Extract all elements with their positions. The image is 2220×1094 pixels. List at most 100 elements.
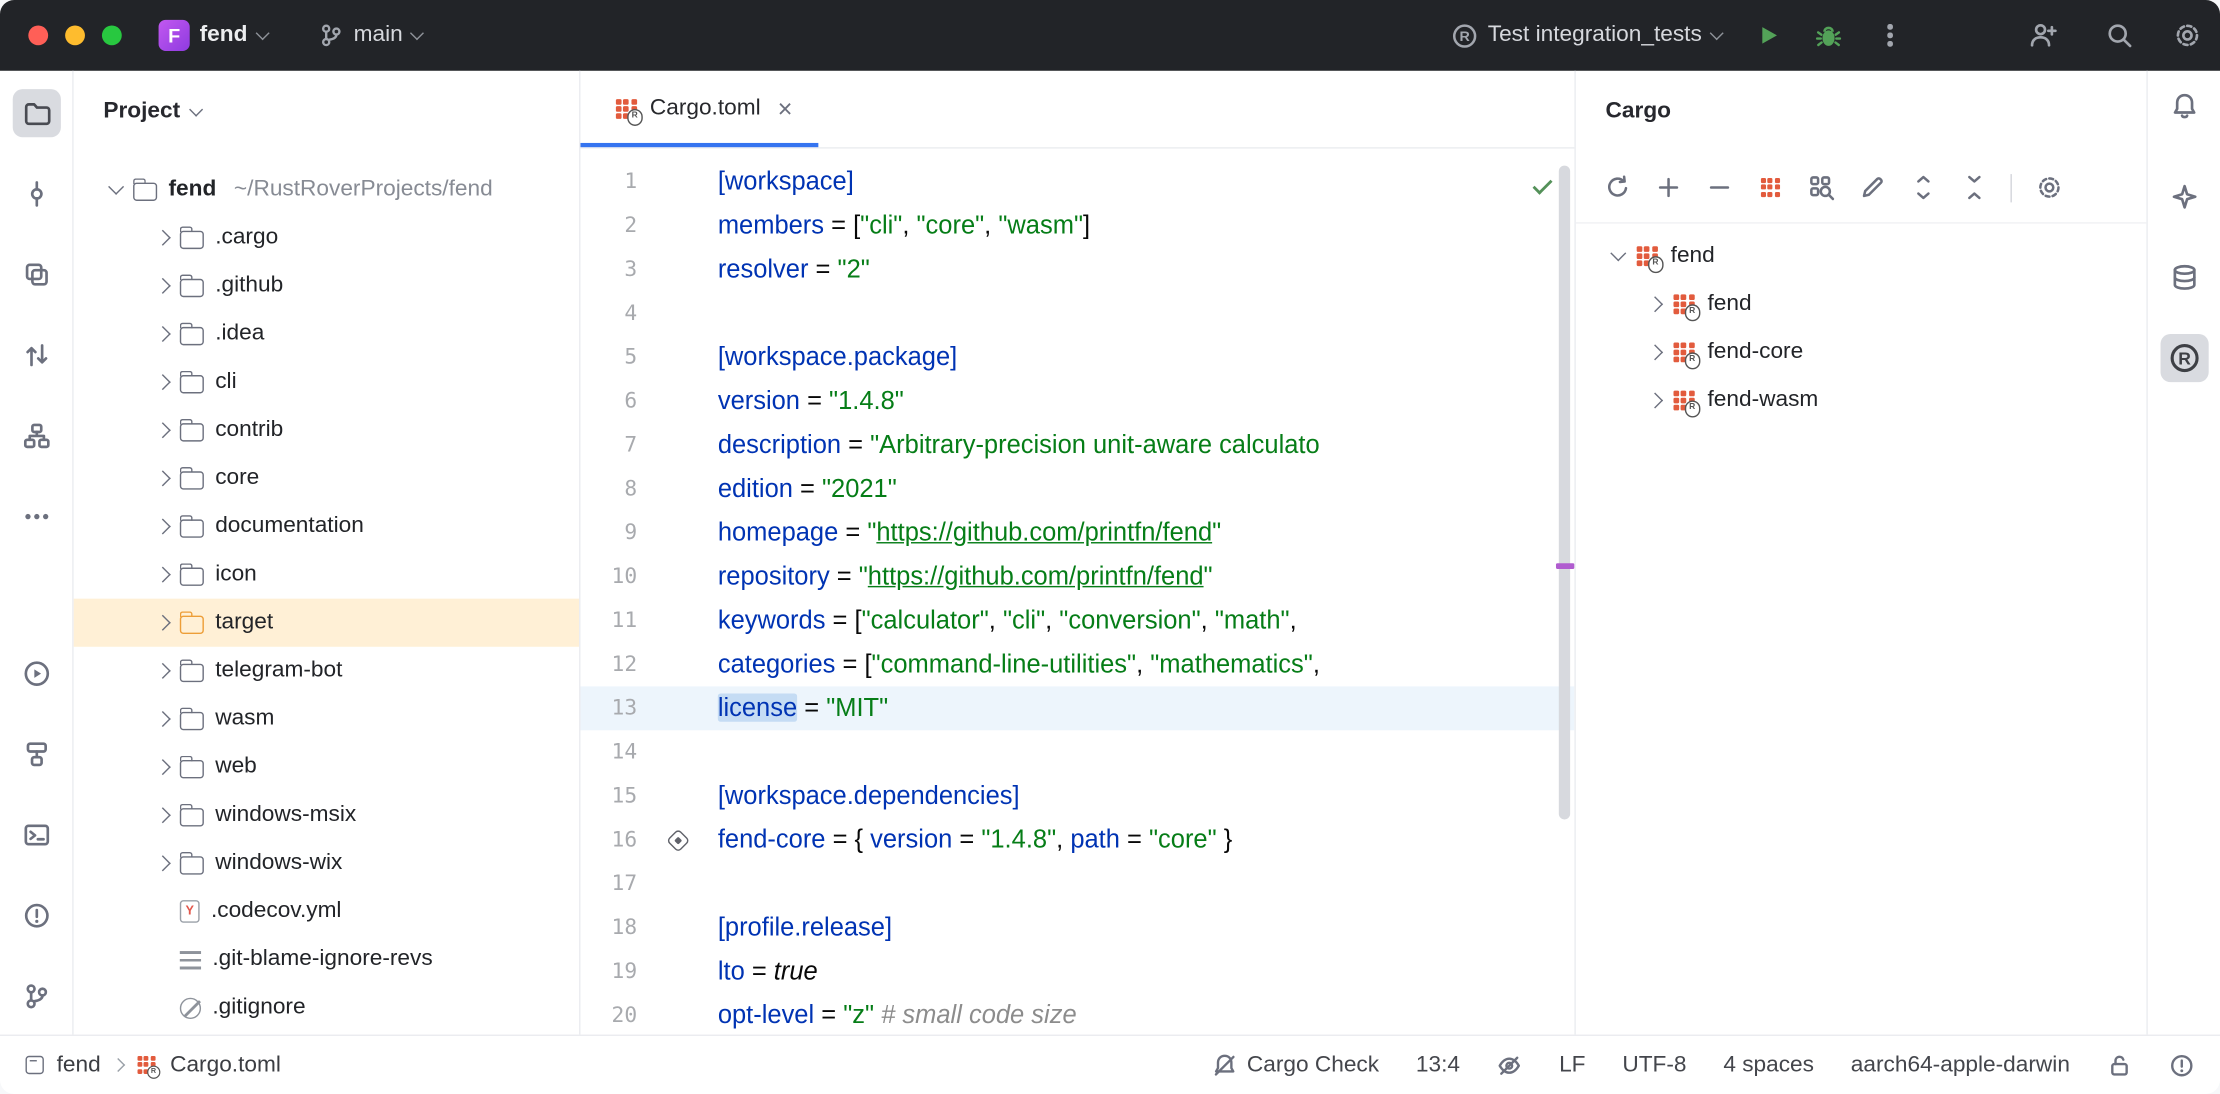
code-area[interactable]: 1[workspace]2members = ["cli", "core", "…	[580, 149, 1574, 1035]
chevron-right-icon[interactable]	[155, 326, 171, 342]
chevron-right-icon[interactable]	[155, 374, 171, 390]
tab-cargo-toml[interactable]: Cargo.toml ×	[580, 71, 818, 147]
code-line[interactable]: 16fend-core = { version = "1.4.8", path …	[580, 818, 1574, 862]
code-line[interactable]: 3resolver = "2"	[580, 248, 1574, 292]
chevron-down-icon[interactable]	[108, 179, 124, 195]
cargo-check-widget[interactable]: Cargo Check	[1211, 1052, 1379, 1077]
breadcrumb-file[interactable]: Cargo.toml	[170, 1052, 281, 1077]
chevron-right-icon[interactable]	[1647, 344, 1663, 360]
error-stripe-mark[interactable]	[1556, 563, 1574, 568]
code-line[interactable]: 18[profile.release]	[580, 906, 1574, 950]
cargo-tree-item[interactable]: fend-core	[1576, 328, 2147, 376]
code-line[interactable]: 12categories = ["command-line-utilities"…	[580, 643, 1574, 687]
cargo-tree-item[interactable]: fend	[1576, 280, 2147, 328]
tree-item[interactable]: documentation	[74, 502, 579, 550]
project-panel-header[interactable]: Project	[74, 71, 579, 153]
terminal-tool-button[interactable]	[12, 811, 60, 859]
chevron-down-icon[interactable]	[1610, 245, 1626, 261]
caret-position-widget[interactable]: 13:4	[1416, 1052, 1460, 1077]
project-tool-button[interactable]	[12, 89, 60, 137]
chevron-right-icon[interactable]	[155, 759, 171, 775]
chevron-right-icon[interactable]	[155, 855, 171, 871]
code-with-me-button[interactable]	[2019, 11, 2067, 59]
code-line[interactable]: 13license = "MIT"	[580, 686, 1574, 730]
chevron-right-icon[interactable]	[155, 422, 171, 438]
notifications-tool-button[interactable]	[2160, 82, 2208, 130]
tree-item[interactable]: core	[74, 454, 579, 502]
tree-item[interactable]: target	[74, 599, 579, 647]
tree-item[interactable]: windows-wix	[74, 839, 579, 887]
debug-button[interactable]	[1804, 11, 1852, 59]
code-line[interactable]: 8edition = "2021"	[580, 467, 1574, 511]
editor-copies-tool-button[interactable]	[12, 251, 60, 299]
version-control-tool-button[interactable]	[12, 972, 60, 1020]
collapse-all-button[interactable]	[1952, 166, 1994, 208]
tree-item[interactable]: .gitignore	[74, 984, 579, 1032]
cargo-command-button[interactable]	[1749, 166, 1791, 208]
project-widget[interactable]: F fend	[159, 20, 268, 51]
run-button[interactable]	[1744, 11, 1792, 59]
target-platform-widget[interactable]: aarch64-apple-darwin	[1851, 1052, 2070, 1077]
vcs-branch-widget[interactable]: main	[318, 23, 422, 48]
cargo-tree-item[interactable]: fend-wasm	[1576, 376, 2147, 424]
code-line[interactable]: 17	[580, 862, 1574, 906]
chevron-right-icon[interactable]	[1647, 393, 1663, 409]
tree-item[interactable]: icon	[74, 551, 579, 599]
cargo-root-row[interactable]: fend	[1576, 232, 2147, 280]
cargo-settings-button[interactable]	[2027, 166, 2069, 208]
tree-item[interactable]: .git-blame-ignore-revs	[74, 935, 579, 983]
readonly-toggle[interactable]	[2107, 1052, 2132, 1077]
code-link[interactable]: https://github.com/printfn/fend	[868, 562, 1204, 590]
code-line[interactable]: 20opt-level = "z" # small code size	[580, 994, 1574, 1035]
expand-all-button[interactable]	[1901, 166, 1943, 208]
chevron-right-icon[interactable]	[155, 663, 171, 679]
code-line[interactable]: 5[workspace.package]	[580, 335, 1574, 379]
settings-button[interactable]	[2172, 11, 2220, 59]
services-tool-button[interactable]	[12, 730, 60, 778]
cargo-search-button[interactable]	[1800, 166, 1842, 208]
project-root-row[interactable]: fend ~/RustRoverProjects/fend	[74, 166, 579, 214]
chevron-right-icon[interactable]	[155, 230, 171, 246]
refresh-cargo-projects-button[interactable]	[1596, 166, 1638, 208]
code-line[interactable]: 10repository = "https://github.com/print…	[580, 555, 1574, 599]
tree-item[interactable]: telegram-bot	[74, 647, 579, 695]
chevron-right-icon[interactable]	[1647, 296, 1663, 312]
tree-item[interactable]: contrib	[74, 406, 579, 454]
code-line[interactable]: 19lto = true	[580, 950, 1574, 994]
close-window-button[interactable]	[28, 25, 48, 45]
tree-item[interactable]: .github	[74, 262, 579, 310]
chevron-right-icon[interactable]	[155, 711, 171, 727]
chevron-right-icon[interactable]	[155, 807, 171, 823]
code-line[interactable]: 1[workspace]	[580, 160, 1574, 204]
problems-tool-button[interactable]	[12, 892, 60, 940]
chevron-right-icon[interactable]	[155, 278, 171, 294]
pull-requests-tool-button[interactable]	[12, 331, 60, 379]
code-link[interactable]: https://github.com/printfn/fend	[876, 518, 1212, 546]
event-log-widget[interactable]	[2169, 1052, 2194, 1077]
minimize-window-button[interactable]	[65, 25, 85, 45]
search-everywhere-button[interactable]	[2095, 11, 2143, 59]
ai-assistant-tool-button[interactable]	[2160, 173, 2208, 221]
run-configuration-selector[interactable]: R Test integration_tests	[1451, 22, 1722, 49]
code-line[interactable]: 2members = ["cli", "core", "wasm"]	[580, 204, 1574, 248]
line-ending-widget[interactable]: LF	[1559, 1052, 1585, 1077]
code-line[interactable]: 15[workspace.dependencies]	[580, 774, 1574, 818]
tree-item[interactable]: web	[74, 743, 579, 791]
tree-item[interactable]: .idea	[74, 310, 579, 358]
chevron-right-icon[interactable]	[155, 470, 171, 486]
encoding-widget[interactable]: UTF-8	[1622, 1052, 1686, 1077]
editor-scrollbar[interactable]	[1559, 166, 1570, 820]
tree-item[interactable]: .cargo	[74, 214, 579, 262]
zoom-window-button[interactable]	[102, 25, 122, 45]
code-line[interactable]: 9homepage = "https://github.com/printfn/…	[580, 511, 1574, 555]
tree-item[interactable]: Y.codecov.yml	[74, 887, 579, 935]
chevron-right-icon[interactable]	[155, 518, 171, 534]
commit-tool-button[interactable]	[12, 170, 60, 218]
tree-item[interactable]: wasm	[74, 695, 579, 743]
tree-item[interactable]: cli	[74, 358, 579, 406]
more-actions-button[interactable]	[1866, 11, 1914, 59]
chevron-right-icon[interactable]	[155, 615, 171, 631]
attach-cargo-project-button[interactable]	[1647, 166, 1689, 208]
close-tab-icon[interactable]: ×	[778, 96, 793, 121]
detach-cargo-project-button[interactable]	[1698, 166, 1740, 208]
